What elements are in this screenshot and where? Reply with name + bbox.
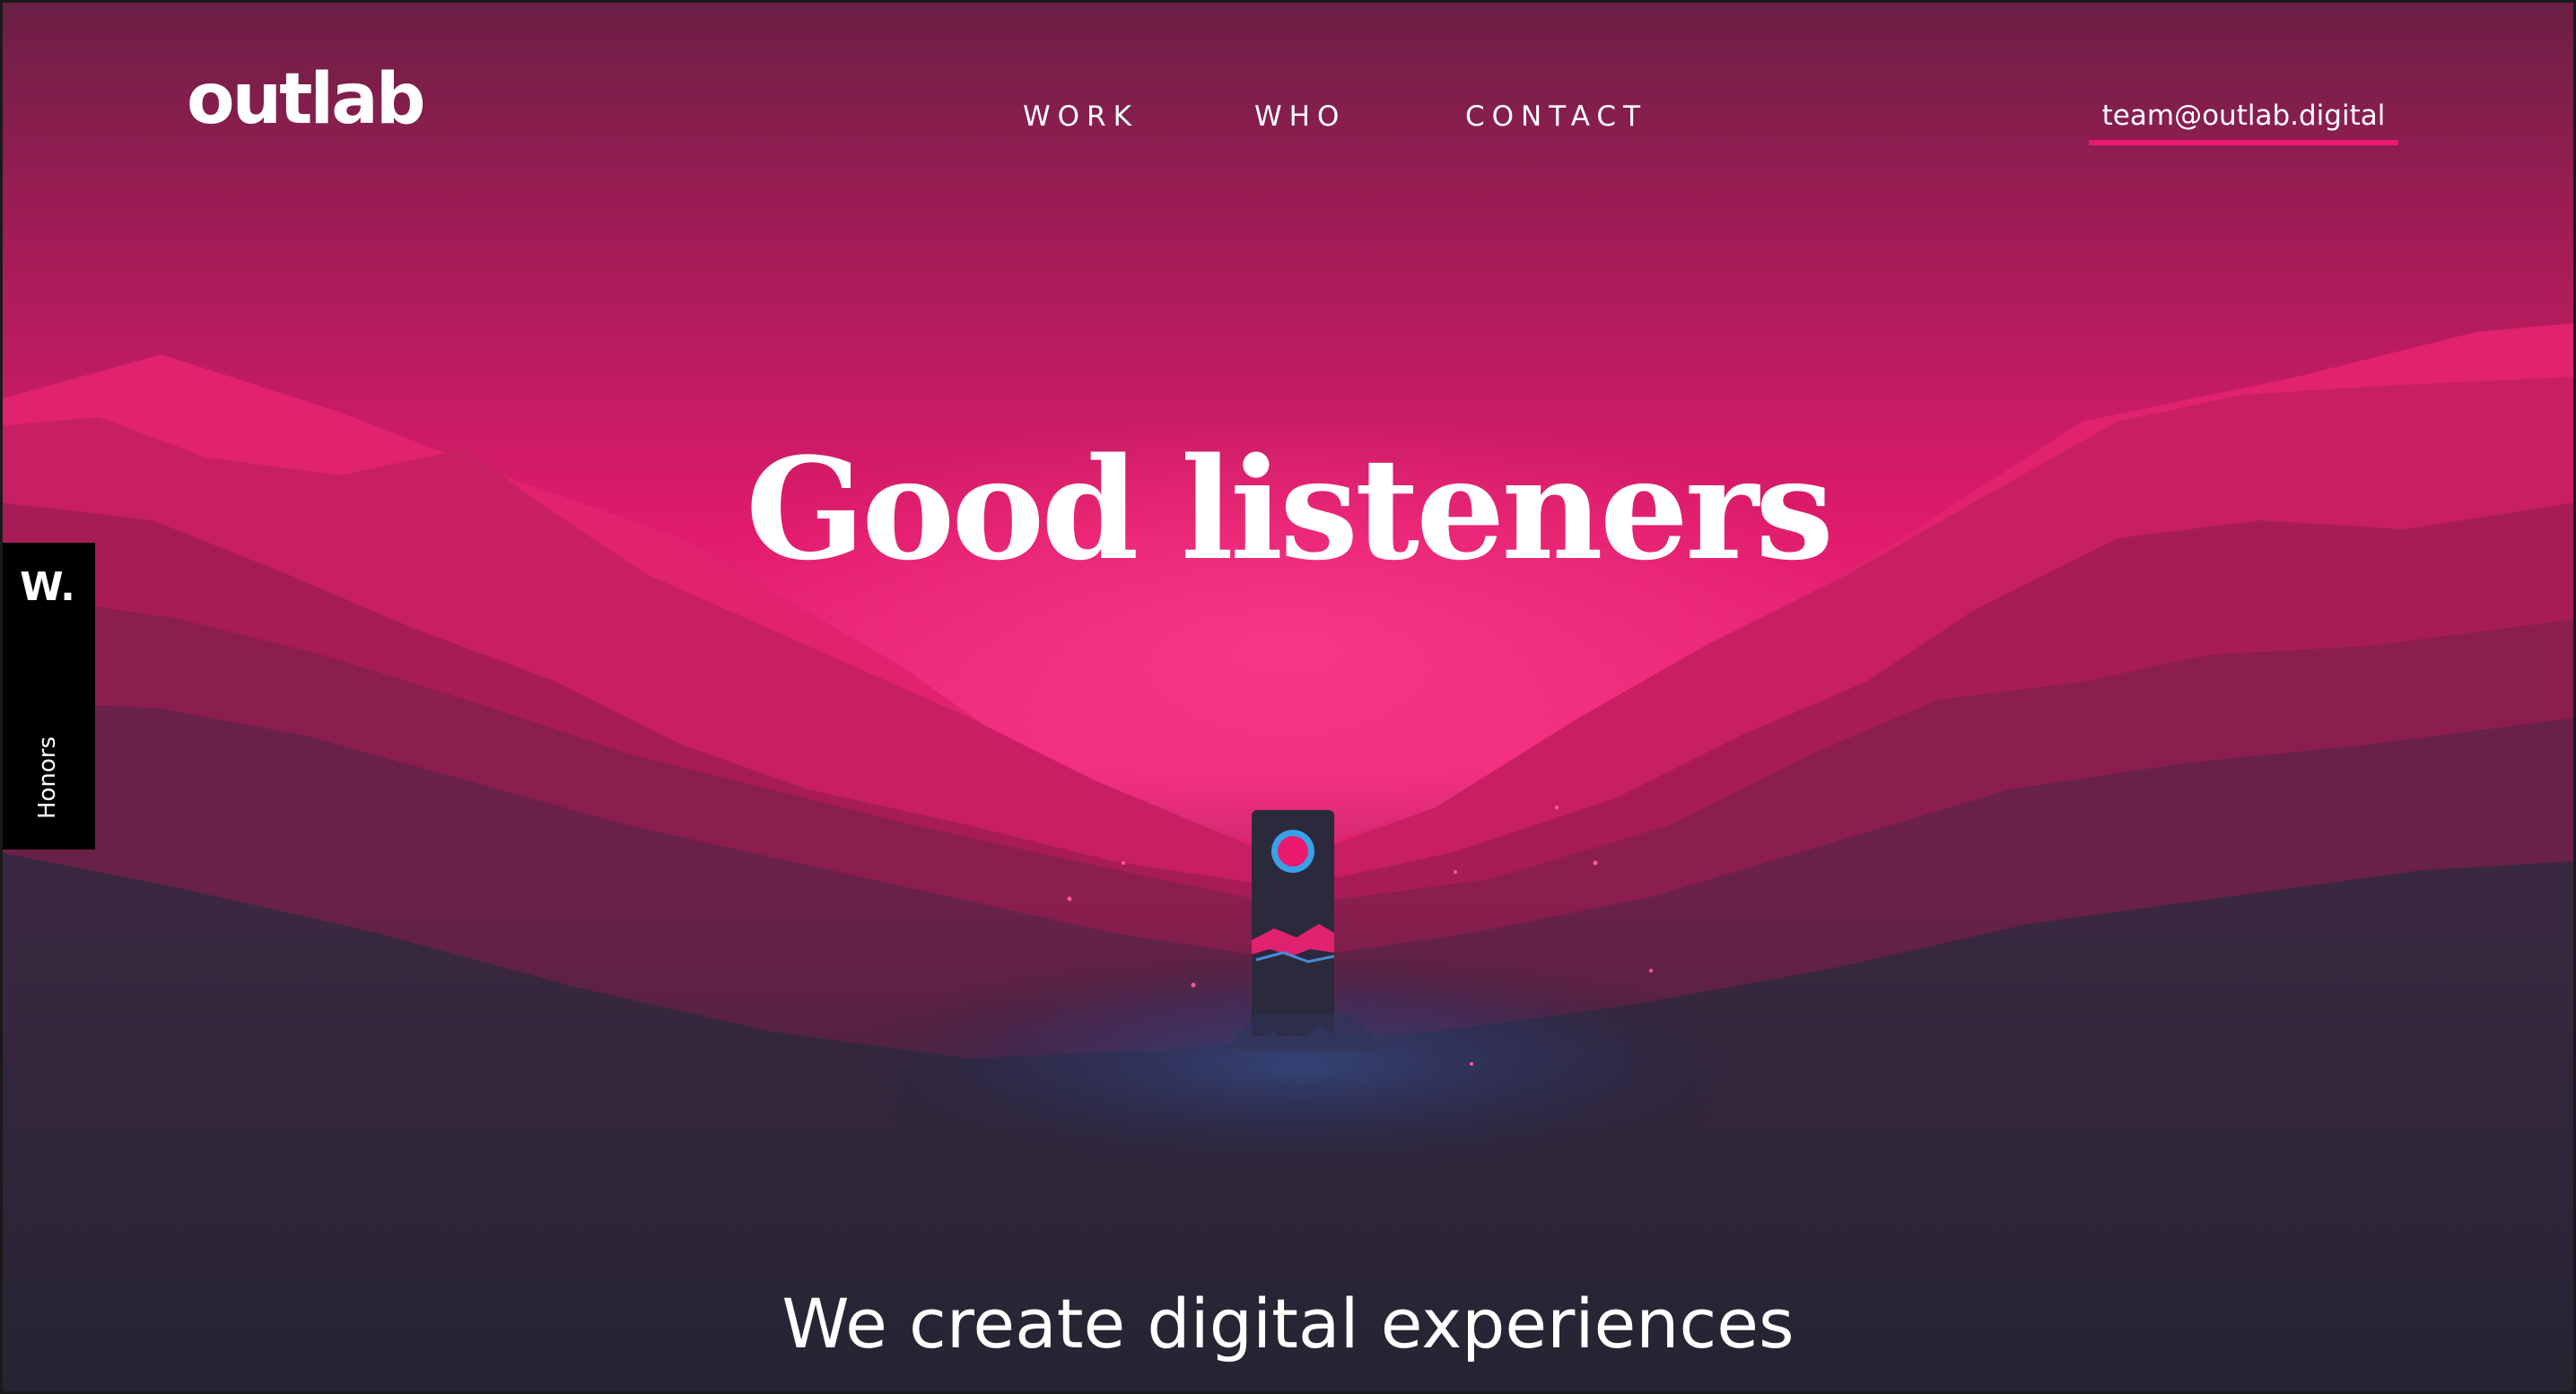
hero-title: Good listeners [745,427,1834,591]
contact-email-link[interactable]: team@outlab.digital [2089,95,2398,145]
nav-item-who[interactable]: WHO [1254,99,1346,135]
hero-tagline: We create digital experiences [782,1284,1794,1364]
nav-item-contact[interactable]: CONTACT [1465,99,1647,135]
hero-illustration [0,0,2576,1394]
honors-tab-label: Honors [34,736,61,820]
nav-item-work[interactable]: WORK [1023,99,1139,135]
awwwards-w-icon: W. [20,564,75,610]
honors-side-tab[interactable]: W. Honors [0,543,95,849]
